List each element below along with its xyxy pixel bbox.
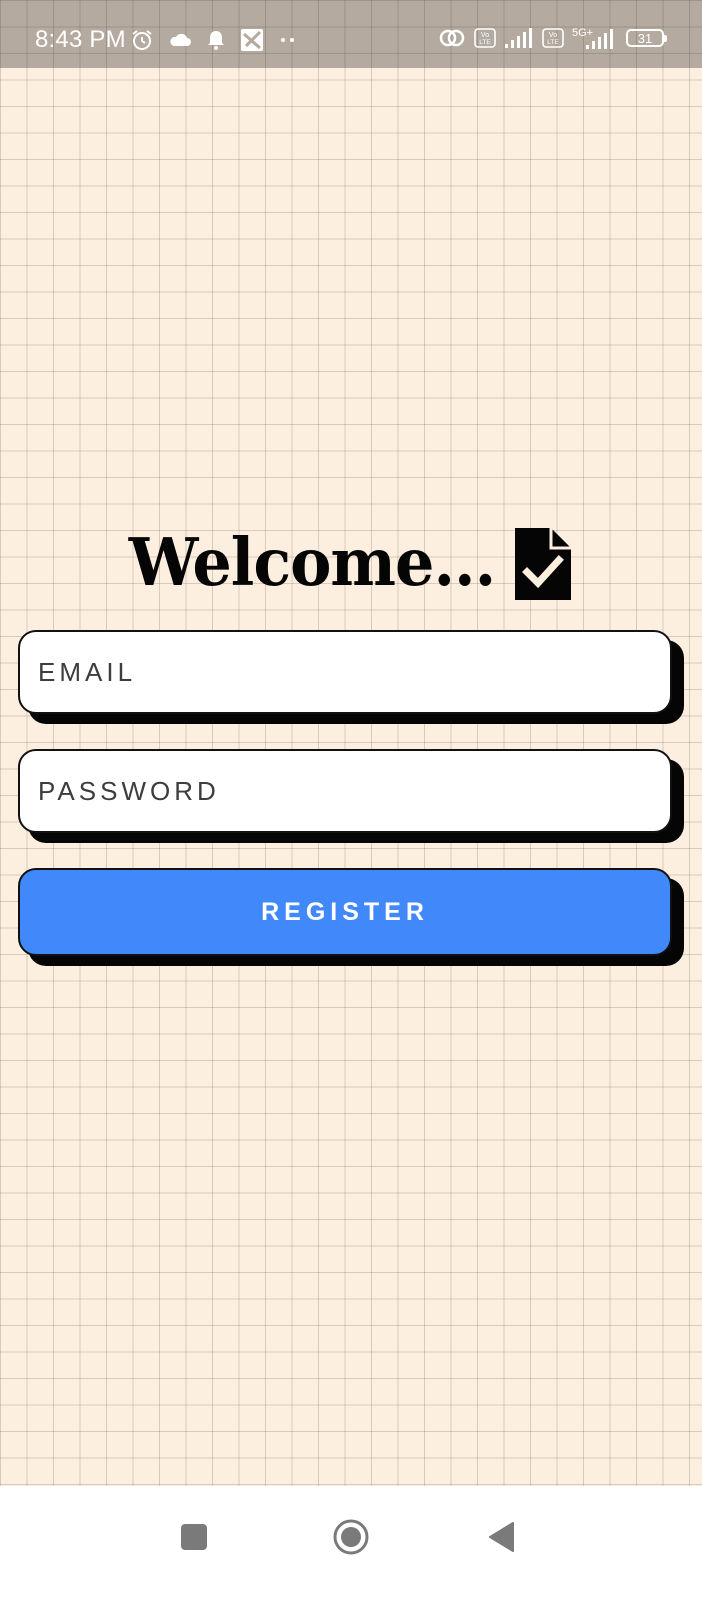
signal-icon — [504, 27, 534, 49]
svg-text:LTE: LTE — [547, 39, 559, 46]
email-field-container — [18, 630, 684, 724]
document-check-icon — [513, 526, 573, 602]
navigation-bar — [0, 1486, 702, 1600]
recents-square-icon — [180, 1523, 208, 1556]
password-field[interactable] — [18, 749, 672, 833]
network-label: 5G+ — [572, 27, 593, 39]
volte-icon: Vo LTE — [542, 28, 564, 48]
register-button[interactable]: REGISTER — [18, 868, 672, 956]
back-button[interactable] — [474, 1512, 528, 1566]
recents-button[interactable] — [167, 1512, 221, 1566]
back-triangle-icon — [486, 1521, 516, 1558]
link-icon — [438, 27, 466, 49]
alarm-icon — [130, 28, 154, 52]
notification-bell-icon — [206, 29, 226, 51]
welcome-heading: Welcome... — [0, 522, 702, 602]
volte-icon: Vo LTE — [474, 28, 496, 48]
5g-signal-icon: 5G+ — [572, 26, 618, 50]
status-right-icons: Vo LTE Vo LTE 5G+ 31 — [438, 26, 667, 50]
app-screen: 8:43 PM Vo LTE Vo LTE 5G+ 31 Welcome... … — [0, 0, 702, 1600]
password-field-container — [18, 749, 684, 843]
app-icon — [240, 28, 264, 52]
svg-text:Vo: Vo — [549, 32, 557, 39]
svg-text:LTE: LTE — [479, 39, 491, 46]
status-time: 8:43 PM — [35, 26, 126, 53]
home-circle-icon — [332, 1518, 370, 1561]
status-left-icons — [130, 28, 298, 52]
battery-level: 31 — [637, 30, 653, 46]
more-dots-icon — [278, 36, 298, 44]
register-button-container: REGISTER — [18, 868, 684, 966]
email-field[interactable] — [18, 630, 672, 714]
svg-text:Vo: Vo — [481, 32, 489, 39]
cloud-icon — [168, 31, 192, 49]
home-button[interactable] — [324, 1512, 378, 1566]
status-bar: 8:43 PM Vo LTE Vo LTE 5G+ 31 — [0, 0, 702, 68]
welcome-title: Welcome... — [128, 523, 496, 601]
battery-icon: 31 — [626, 29, 667, 47]
